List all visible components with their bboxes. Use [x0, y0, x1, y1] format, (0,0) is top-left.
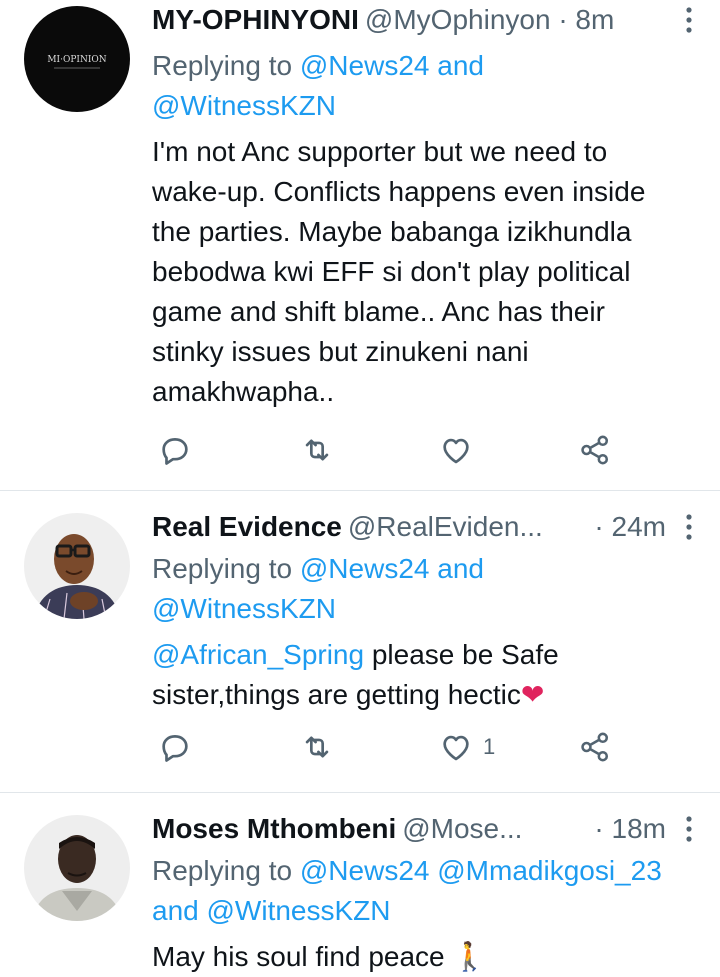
avatar[interactable]	[24, 815, 130, 921]
retweet-icon	[305, 439, 329, 461]
tweet-3[interactable]: Moses Mthombeni @Mose... · 18m Replying t…	[0, 793, 720, 974]
like-icon	[443, 735, 469, 761]
avatar-image	[24, 513, 130, 619]
retweet-button[interactable]	[300, 430, 334, 470]
retweet-icon	[305, 736, 329, 758]
display-name[interactable]: Moses Mthombeni	[152, 813, 396, 844]
like-button[interactable]	[439, 430, 473, 470]
share-icon	[581, 732, 609, 762]
replying-to: Replying to @News24 @Mmadikgosi_23 and @…	[152, 851, 696, 931]
user-handle[interactable]: @RealEviden...	[348, 511, 543, 542]
user-handle[interactable]: @MyOphinyon	[365, 4, 551, 35]
mention-link[interactable]: @African_Spring	[152, 639, 364, 670]
more-icon[interactable]	[682, 511, 696, 543]
avatar-image	[24, 815, 130, 921]
replying-to-label: Replying to	[152, 855, 300, 886]
tweet-text: I'm not Anc supporter but we need to wak…	[152, 136, 646, 407]
mention-link[interactable]: @WitnessKZN	[152, 90, 336, 121]
mention-link[interactable]: @News24	[300, 855, 430, 886]
replying-to-label: Replying to	[152, 553, 300, 584]
more-icon[interactable]	[682, 813, 696, 845]
replying-to-label: Replying to	[152, 50, 300, 81]
mention-link[interactable]: @Mmadikgosi_23	[437, 855, 662, 886]
mention-link[interactable]: @WitnessKZN	[152, 593, 336, 624]
retweet-button[interactable]	[300, 727, 334, 767]
like-count: 1	[483, 734, 496, 759]
tweet-header: MY-OPHINYONI @MyOphinyon · 8m	[152, 0, 696, 40]
reply-button[interactable]	[158, 430, 192, 470]
walking-emoji: 🚶	[452, 941, 488, 972]
tweet-text: May his soul find peace 🚶	[152, 937, 696, 977]
tweet-actions: 1	[152, 727, 622, 767]
avatar-logo-text: MI·OPINION	[47, 55, 106, 65]
more-icon[interactable]	[682, 4, 696, 36]
reply-button[interactable]	[158, 727, 192, 767]
tweet-header: Real Evidence @RealEviden... · 24m	[152, 507, 696, 547]
tweet-1[interactable]: MI·OPINION MY-OPHINYONI @MyOphinyon · 8m …	[0, 0, 720, 490]
mention-link[interactable]: @News24	[300, 50, 430, 81]
avatar-image: MI·OPINION	[24, 6, 130, 112]
avatar[interactable]: MI·OPINION	[24, 6, 130, 112]
like-button[interactable]: 1	[439, 727, 495, 767]
share-icon	[581, 435, 609, 465]
user-handle[interactable]: @Mose...	[402, 813, 522, 844]
tweet-header: Moses Mthombeni @Mose... · 18m	[152, 809, 696, 849]
timestamp[interactable]: · 24m	[594, 507, 666, 547]
reply-icon	[162, 438, 188, 465]
mention-link[interactable]: @WitnessKZN	[207, 895, 391, 926]
reply-and: and	[429, 553, 484, 584]
tweet-2[interactable]: Real Evidence @RealEviden... · 24m Replyi…	[0, 491, 720, 791]
heart-emoji: ❤	[520, 679, 545, 710]
replying-to: Replying to @News24 and @WitnessKZN	[152, 549, 696, 629]
display-name[interactable]: MY-OPHINYONI	[152, 4, 359, 35]
reply-and: and	[429, 50, 484, 81]
reply-icon	[162, 735, 188, 762]
mention-link[interactable]: @News24	[300, 553, 430, 584]
share-button[interactable]	[578, 430, 612, 470]
timestamp[interactable]: · 8m	[558, 4, 614, 35]
reply-and: and	[152, 895, 207, 926]
tweet-actions	[152, 430, 622, 470]
display-name[interactable]: Real Evidence	[152, 511, 342, 542]
timestamp[interactable]: · 18m	[594, 809, 666, 849]
share-button[interactable]	[578, 727, 612, 767]
tweet-body: May his soul find peace	[152, 941, 453, 972]
tweet-text: @African_Spring please be Safe sister,th…	[152, 635, 696, 715]
replying-to: Replying to @News24 and @WitnessKZN	[152, 46, 696, 126]
like-icon	[443, 438, 469, 464]
avatar[interactable]	[24, 513, 130, 619]
